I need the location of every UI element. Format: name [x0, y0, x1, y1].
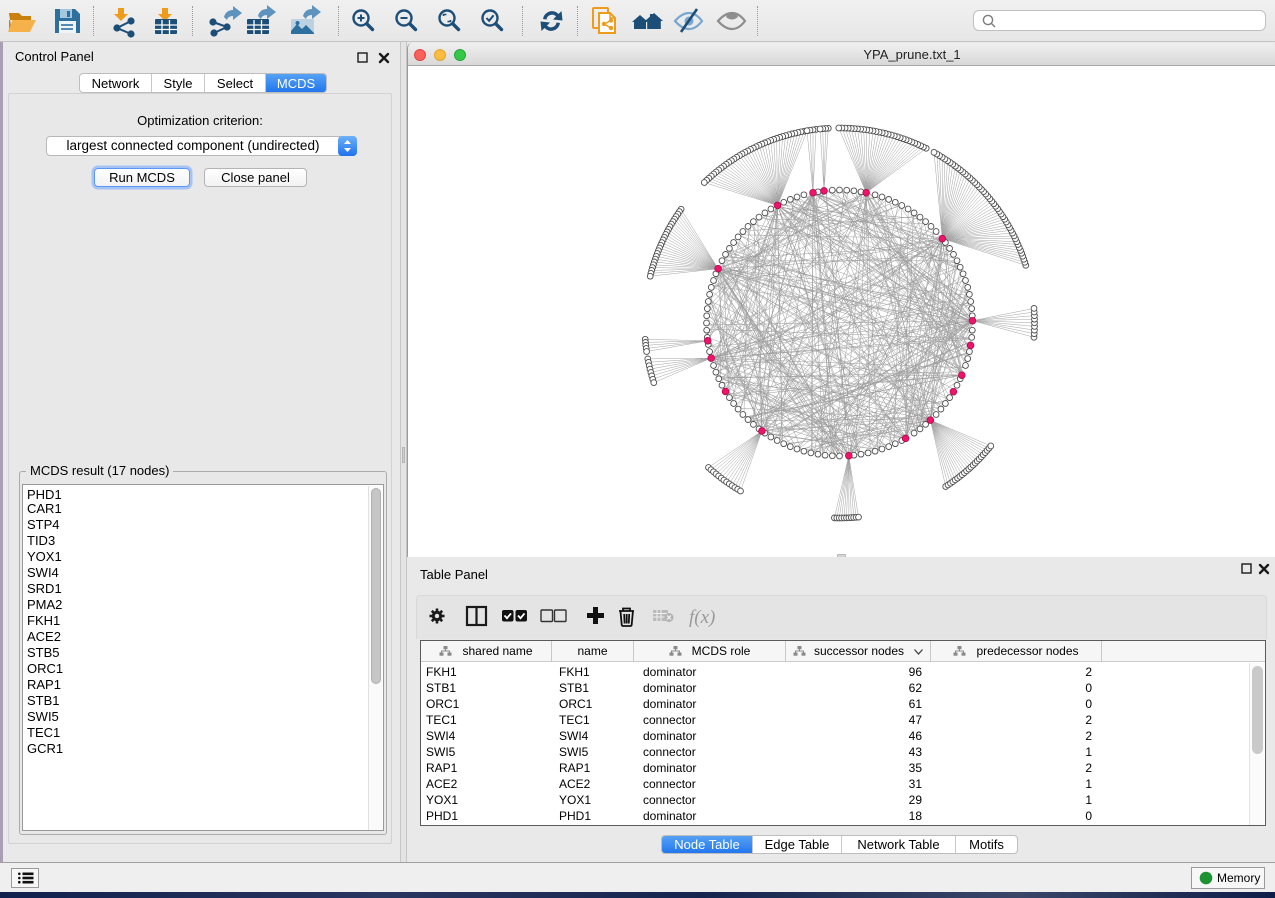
svg-text:f(x): f(x) [689, 607, 715, 628]
